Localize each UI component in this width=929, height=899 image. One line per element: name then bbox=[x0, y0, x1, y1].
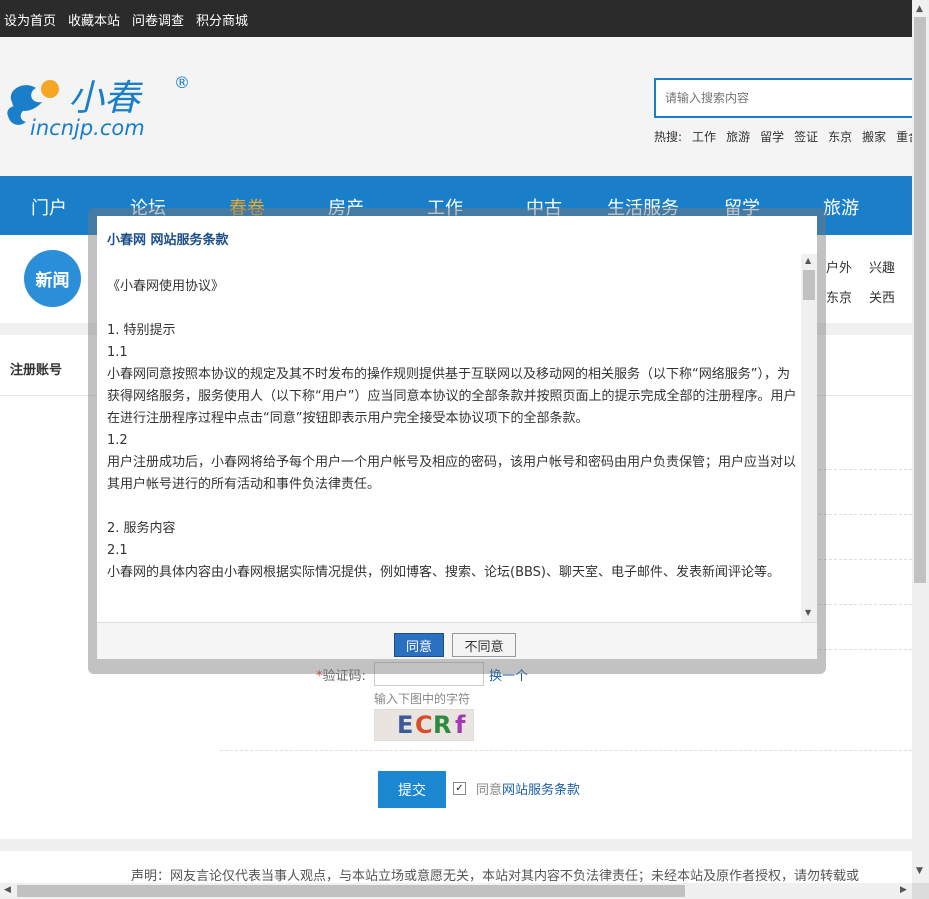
scroll-right-icon[interactable]: ▶ bbox=[900, 885, 907, 895]
captcha-char: R bbox=[433, 711, 452, 739]
scrollbar-corner bbox=[912, 883, 929, 899]
bookmark-site-link[interactable]: 收藏本站 bbox=[68, 10, 120, 29]
terms-link[interactable]: 网站服务条款 bbox=[502, 783, 580, 798]
dialog-title: 小春网 网站服务条款 bbox=[107, 233, 229, 248]
terms-paragraph: 小春网的具体内容由小春网根据实际情况提供，例如博客、搜索、论坛(BBS)、聊天室… bbox=[107, 565, 781, 580]
terms-dialog: 小春网 网站服务条款 《小春网使用协议》 1. 特别提示 1.1 小春网同意按照… bbox=[97, 216, 817, 659]
captcha-hint: 输入下图中的字符 bbox=[374, 692, 471, 706]
subnav-link-interest[interactable]: 兴趣 bbox=[869, 257, 895, 276]
hot-term[interactable]: 留学 bbox=[760, 130, 784, 144]
search-input[interactable] bbox=[656, 80, 914, 116]
scroll-thumb[interactable] bbox=[803, 270, 815, 300]
terms-paragraph: 《小春网使用协议》 bbox=[107, 279, 225, 294]
hot-term[interactable]: 东京 bbox=[828, 130, 852, 144]
hot-term[interactable]: 工作 bbox=[692, 130, 716, 144]
scroll-left-icon[interactable]: ◀ bbox=[4, 885, 11, 895]
captcha-char: C bbox=[415, 711, 433, 739]
agree-button[interactable]: 同意 bbox=[394, 633, 444, 657]
terms-paragraph: 1.1 bbox=[107, 345, 128, 360]
captcha-image[interactable]: E C R f bbox=[374, 709, 474, 741]
site-logo[interactable]: 小春 ® incnjp.com bbox=[2, 72, 192, 142]
scroll-down-icon[interactable]: ▼ bbox=[916, 866, 923, 876]
terms-paragraph: 2.1 bbox=[107, 543, 128, 558]
terms-scrollbar[interactable]: ▲ ▼ bbox=[801, 254, 817, 622]
captcha-char: E bbox=[397, 711, 414, 739]
terms-paragraph: 2. 服务内容 bbox=[107, 521, 176, 536]
terms-paragraph: 1. 特别提示 bbox=[107, 323, 176, 338]
subnav-link-tokyo[interactable]: 东京 bbox=[826, 287, 852, 306]
hot-term[interactable]: 旅游 bbox=[726, 130, 750, 144]
agree-terms-text: 同意网站服务条款 bbox=[476, 783, 581, 798]
subnav-link-kansai[interactable]: 关西 bbox=[869, 287, 895, 306]
search-box bbox=[654, 78, 916, 118]
terms-paragraph: 小春网同意按照本协议的规定及其不时发布的操作规则提供基于互联网以及移动网的相关服… bbox=[107, 367, 797, 426]
divider bbox=[220, 750, 912, 751]
subnav-link-outdoor[interactable]: 户外 bbox=[826, 257, 852, 276]
nav-item-travel[interactable]: 旅游 bbox=[823, 194, 859, 220]
terms-paragraph: 1.2 bbox=[107, 433, 128, 448]
survey-link[interactable]: 问卷调查 bbox=[132, 10, 184, 29]
dialog-footer: 同意 不同意 bbox=[97, 622, 817, 659]
top-bar: 设为首页 收藏本站 问卷调查 积分商城 bbox=[0, 0, 912, 37]
set-homepage-link[interactable]: 设为首页 bbox=[4, 10, 56, 29]
points-mall-link[interactable]: 积分商城 bbox=[196, 10, 248, 29]
footer: 声明：网友言论仅代表当事人观点，与本站立场或意愿无关，本站对其内容不负法律责任；… bbox=[0, 851, 912, 884]
nav-item-portal[interactable]: 门户 bbox=[31, 194, 67, 220]
submit-button[interactable]: 提交 bbox=[378, 771, 446, 808]
page-horizontal-scrollbar[interactable]: ◀ ▶ bbox=[0, 883, 912, 899]
news-badge[interactable]: 新闻 bbox=[24, 250, 81, 307]
hot-term[interactable]: 签证 bbox=[794, 130, 818, 144]
scroll-down-icon[interactable]: ▼ bbox=[805, 608, 811, 617]
register-account-title: 注册账号 bbox=[10, 363, 63, 378]
logo-text-cn: 小春 bbox=[68, 78, 143, 119]
scroll-up-icon[interactable]: ▲ bbox=[805, 256, 811, 265]
agree-checkbox[interactable]: ✓ bbox=[453, 782, 466, 795]
logo-registered-mark: ® bbox=[174, 73, 190, 92]
disagree-button[interactable]: 不同意 bbox=[452, 633, 516, 657]
scroll-thumb[interactable] bbox=[17, 885, 685, 897]
scroll-up-icon[interactable]: ▲ bbox=[916, 4, 923, 14]
hot-search-label: 热搜: bbox=[654, 130, 683, 144]
site-header: 小春 ® incnjp.com 热搜:工作旅游留学签证东京搬家重合 bbox=[0, 37, 920, 176]
hot-term[interactable]: 搬家 bbox=[862, 130, 886, 144]
terms-content: 《小春网使用协议》 1. 特别提示 1.1 小春网同意按照本协议的规定及其不时发… bbox=[97, 254, 817, 622]
divider bbox=[0, 839, 912, 851]
page-vertical-scrollbar[interactable]: ▲ ▼ bbox=[912, 0, 929, 883]
terms-text: 《小春网使用协议》 1. 特别提示 1.1 小春网同意按照本协议的规定及其不时发… bbox=[107, 276, 797, 584]
captcha-char: f bbox=[455, 711, 466, 739]
hot-search: 热搜: 工作 旅游 留学 签证 东京 搬家 重合 bbox=[654, 128, 929, 145]
terms-paragraph: 用户注册成功后，小春网将给予每个用户一个用户帐号及相应的密码，该用户帐号和密码由… bbox=[107, 455, 797, 492]
logo-text-url: incnjp.com bbox=[30, 116, 145, 140]
scroll-thumb[interactable] bbox=[914, 17, 926, 583]
disclaimer-text: 声明：网友言论仅代表当事人观点，与本站立场或意愿无关，本站对其内容不负法律责任；… bbox=[131, 869, 860, 884]
